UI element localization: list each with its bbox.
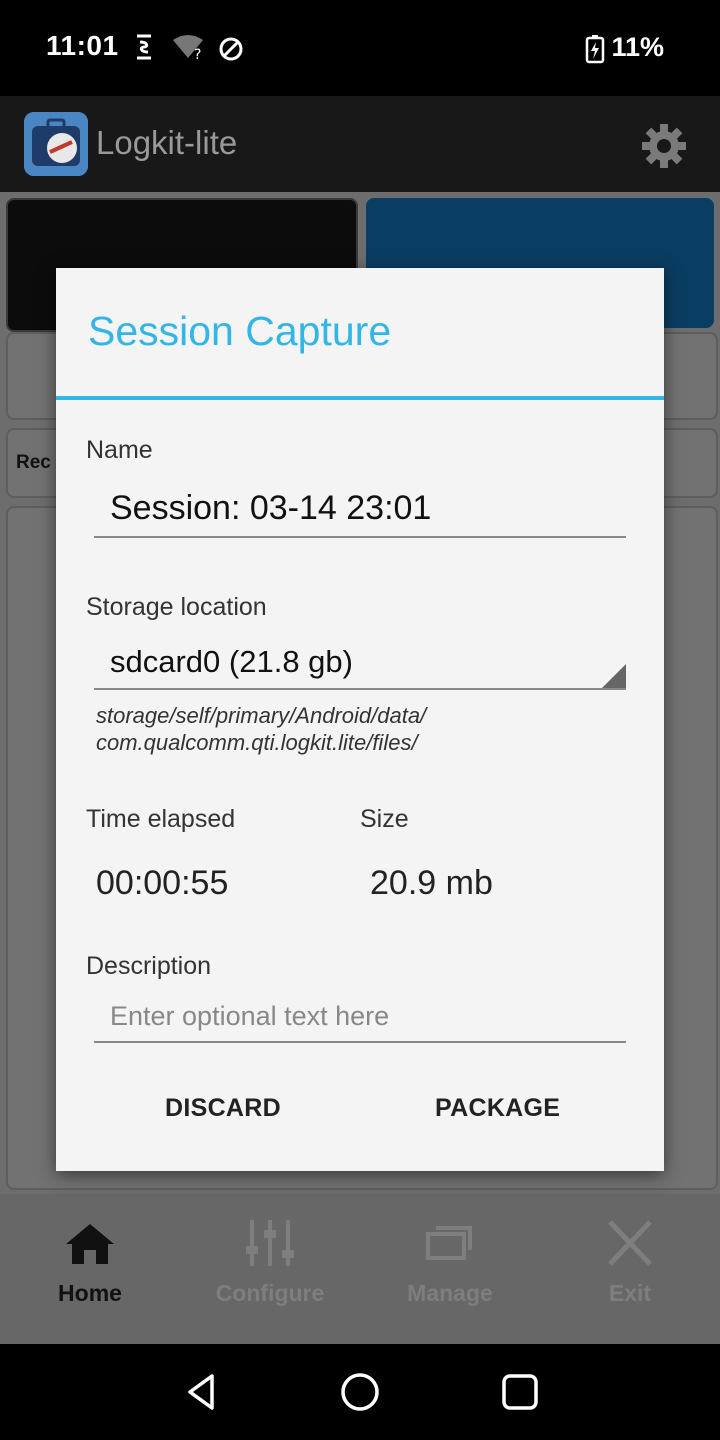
description-input[interactable]: Enter optional text here — [110, 1001, 389, 1032]
recents-icon[interactable] — [502, 1374, 538, 1410]
recent-label: Rec — [16, 452, 51, 473]
bottom-navigation: Home Configure Manage Exit — [0, 1194, 720, 1344]
data-saver-icon — [219, 37, 243, 61]
dialog-title-divider — [56, 396, 664, 400]
storage-path-line1: storage/self/primary/Android/data/ — [96, 703, 427, 728]
status-time: 11:01 — [46, 30, 119, 61]
dialog-title: Session Capture — [88, 308, 392, 354]
name-input-underline — [94, 536, 626, 538]
wifi-unknown-icon: ? — [173, 35, 203, 60]
system-navigation-bar — [0, 1344, 720, 1440]
time-elapsed-value: 00:00:55 — [96, 864, 229, 902]
storage-select-underline — [94, 688, 626, 690]
nav-configure[interactable]: Configure — [180, 1194, 360, 1344]
description-label: Description — [86, 952, 212, 980]
discard-button[interactable]: DISCARD — [165, 1094, 281, 1123]
nav-home-label: Home — [58, 1280, 122, 1306]
storage-path: storage/self/primary/Android/data/ com.q… — [96, 702, 616, 756]
size-label: Size — [360, 805, 409, 833]
nav-manage[interactable]: Manage — [360, 1194, 540, 1344]
description-input-underline — [94, 1041, 626, 1043]
package-button[interactable]: PACKAGE — [435, 1094, 560, 1123]
status-bar: 11:01 ? 11% — [0, 0, 720, 96]
home-button-icon[interactable] — [340, 1372, 380, 1412]
app-title: Logkit-lite — [96, 124, 238, 161]
nav-configure-label: Configure — [215, 1280, 325, 1306]
nav-exit[interactable]: Exit — [540, 1194, 720, 1344]
folder-icon — [426, 1226, 472, 1260]
storage-location-label: Storage location — [86, 593, 267, 621]
nav-manage-label: Manage — [407, 1280, 493, 1306]
size-value: 20.9 mb — [370, 864, 493, 902]
battery-charging-icon — [585, 35, 605, 64]
battery-percentage: 11% — [611, 32, 664, 62]
nav-home[interactable]: Home — [0, 1194, 180, 1344]
session-capture-dialog: Session Capture Name Session: 03-14 23:0… — [56, 268, 664, 1171]
back-icon[interactable] — [184, 1372, 218, 1412]
time-elapsed-label: Time elapsed — [86, 805, 236, 833]
storage-location-select[interactable]: sdcard0 (21.8 gb) — [110, 644, 353, 680]
settings-gear-icon[interactable] — [640, 122, 688, 170]
dropdown-arrow-icon[interactable] — [602, 664, 626, 688]
notification-icon — [137, 34, 151, 60]
app-bar: Logkit-lite — [0, 96, 720, 192]
name-label: Name — [86, 436, 153, 464]
nav-exit-label: Exit — [608, 1280, 652, 1306]
name-input[interactable]: Session: 03-14 23:01 — [110, 489, 431, 528]
storage-path-line2: com.qualcomm.qti.logkit.lite/files/ — [96, 730, 418, 755]
app-logo-icon — [24, 112, 88, 176]
sliders-icon — [246, 1220, 294, 1266]
close-icon — [608, 1220, 652, 1266]
home-icon — [66, 1224, 114, 1264]
svg-text:?: ? — [194, 47, 201, 60]
